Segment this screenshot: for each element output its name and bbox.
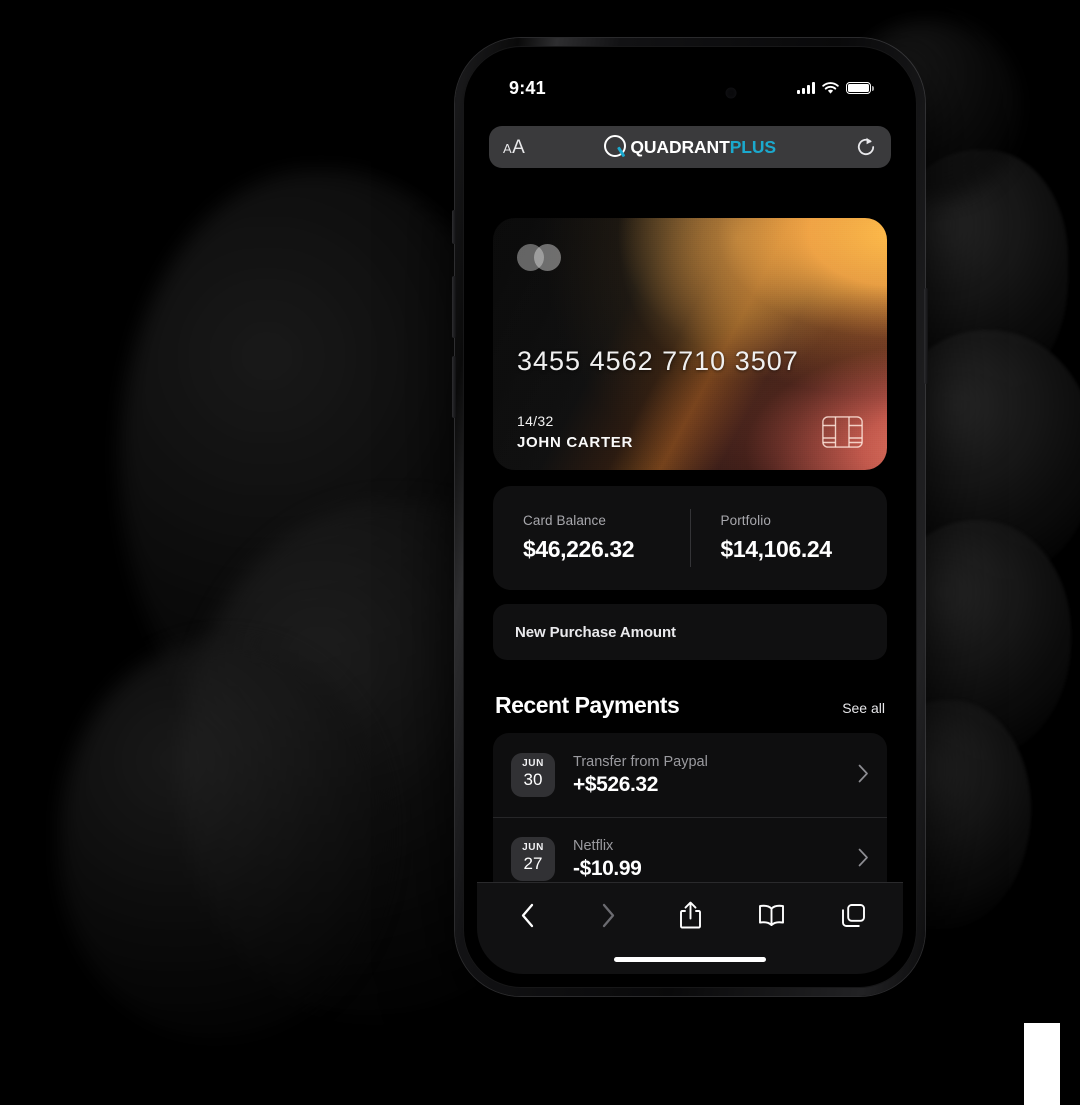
see-all-link[interactable]: See all [842,700,885,716]
home-indicator[interactable] [614,957,766,962]
white-overlay-rectangle [1024,1023,1060,1105]
site-brand: QUADRANT PLUS [525,134,855,160]
wifi-icon [822,81,839,94]
volume-down-button[interactable] [452,356,456,418]
new-purchase-amount-input[interactable]: New Purchase Amount [493,604,887,660]
balance-value: $14,106.24 [720,536,833,562]
text-size-button[interactable]: AA [503,138,525,157]
card-number: 3455 4562 7710 3507 [517,346,799,376]
cellular-signal-icon [797,82,815,94]
table-row[interactable]: JUN 27 Netflix -$10.99 [493,817,887,882]
power-button[interactable] [924,288,928,384]
transaction-date-badge: JUN 27 [511,837,555,881]
card-holder-name: JOHN CARTER [517,434,634,451]
transaction-month: JUN [522,842,544,854]
phone-device: 9:41 AA QUADRANT PLUS 3455 4562 7710 350… [452,38,928,996]
dynamic-island [627,75,753,111]
transaction-day: 30 [523,770,543,790]
mute-switch[interactable] [452,210,456,244]
balance-card-balance: Card Balance $46,226.32 [493,513,690,563]
status-indicators [797,81,874,95]
aa-large-glyph: A [512,136,526,158]
new-purchase-amount-placeholder: New Purchase Amount [515,623,676,641]
page-title: Recent Payments [495,692,680,718]
brand-word-quadrant: QUADRANT [630,136,730,157]
phone-bezel: 9:41 AA QUADRANT PLUS 3455 4562 7710 350… [463,46,917,988]
transaction-name: Netflix [573,837,614,854]
reload-icon[interactable] [855,136,877,158]
aa-small-glyph: A [503,140,513,156]
credit-card[interactable]: 3455 4562 7710 3507 14/32 JOHN CARTER [493,218,887,470]
volume-up-button[interactable] [452,276,456,338]
web-page-content: 3455 4562 7710 3507 14/32 JOHN CARTER Ca… [477,172,903,882]
card-chip-icon [822,416,863,448]
share-icon[interactable] [670,898,710,932]
balance-label: Card Balance [523,513,606,528]
balance-portfolio: Portfolio $14,106.24 [691,513,888,563]
brand-word-plus: PLUS [729,136,776,157]
back-icon[interactable] [507,898,547,932]
balance-value: $46,226.32 [523,536,635,562]
browser-address-bar[interactable]: AA QUADRANT PLUS [489,126,891,168]
palm-shape [60,640,390,1040]
forward-icon[interactable] [589,898,629,932]
mastercard-circles-icon [517,244,567,271]
card-expiry: 14/32 [517,413,554,429]
balance-label: Portfolio [720,513,771,528]
front-camera-icon [725,87,737,99]
quadrant-q-logo-icon [604,134,629,160]
bookmarks-icon[interactable] [752,898,792,932]
transaction-day: 27 [523,854,543,874]
status-time: 9:41 [509,77,546,98]
transaction-amount: +$526.32 [573,772,658,796]
battery-icon [846,81,874,95]
transaction-info: Transfer from Paypal +$526.32 [555,754,858,797]
transaction-name: Transfer from Paypal [573,753,708,770]
balance-summary: Card Balance $46,226.32 Portfolio $14,10… [493,486,887,590]
chevron-right-icon[interactable] [858,848,869,871]
transaction-list: JUN 30 Transfer from Paypal +$526.32 JUN… [493,733,887,882]
phone-screen: 9:41 AA QUADRANT PLUS 3455 4562 7710 350… [477,60,903,974]
transaction-month: JUN [522,758,544,770]
recent-payments-header: Recent Payments See all [493,692,887,719]
chevron-right-icon[interactable] [858,764,869,787]
table-row[interactable]: JUN 30 Transfer from Paypal +$526.32 [493,733,887,817]
transaction-amount: -$10.99 [573,856,642,880]
transaction-info: Netflix -$10.99 [555,838,858,881]
transaction-date-badge: JUN 30 [511,753,555,797]
tabs-icon[interactable] [833,898,873,932]
